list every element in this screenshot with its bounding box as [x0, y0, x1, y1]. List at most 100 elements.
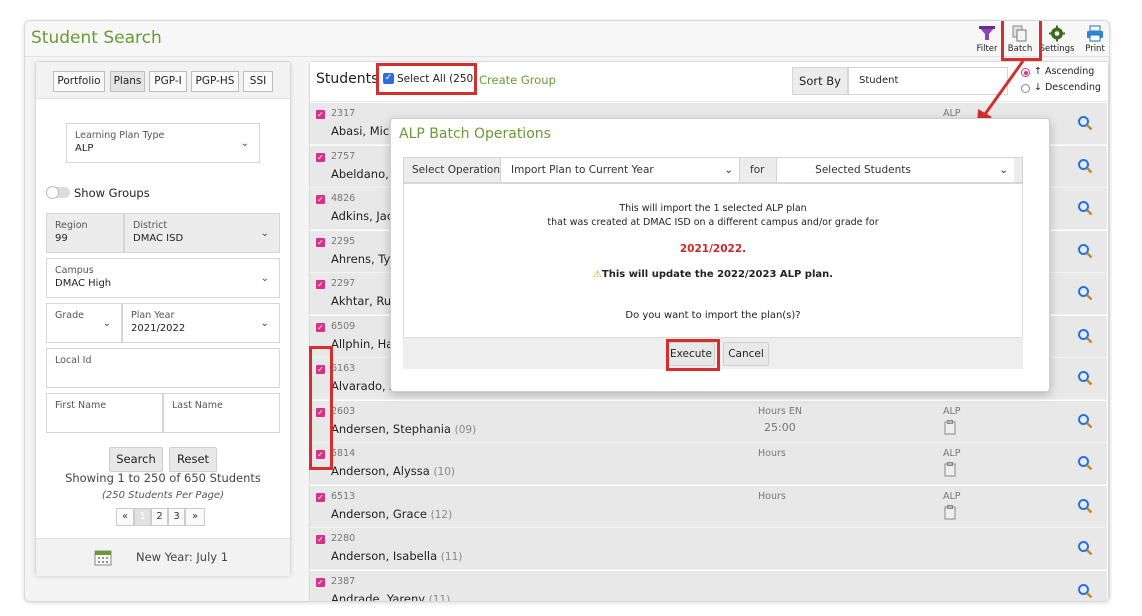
pager-page-1[interactable]: 1: [134, 508, 151, 526]
search-icon[interactable]: [1077, 328, 1093, 344]
search-panel: Portfolio Plans PGP-I PGP-HS SSI Learnin…: [35, 61, 291, 576]
pager-page-2[interactable]: 2: [151, 508, 168, 526]
grade-select[interactable]: Grade ⌄: [46, 303, 122, 343]
search-icon[interactable]: [1077, 370, 1093, 386]
clipboard-icon[interactable]: [944, 462, 956, 477]
student-row[interactable]: ✓ 5814 Anderson, Alyssa (10) Hours ALP: [310, 443, 1107, 485]
settings-button[interactable]: Settings: [1037, 23, 1077, 54]
student-name: Alvarado, A: [331, 379, 398, 393]
cancel-button[interactable]: Cancel: [723, 342, 769, 366]
student-id: 6509: [331, 320, 356, 332]
modal-title: ALP Batch Operations: [399, 126, 551, 142]
student-name: Allphin, Ha: [331, 336, 394, 351]
plan-year-select[interactable]: Plan Year 2021/2022 ⌄: [122, 303, 280, 343]
info-line-1: This will import the 1 selected ALP plan: [619, 203, 807, 214]
local-id-field[interactable]: Local Id: [46, 348, 280, 388]
region-select[interactable]: Region 99: [46, 213, 124, 253]
print-button[interactable]: Print: [1075, 23, 1109, 54]
gear-icon: [1049, 25, 1065, 42]
execute-highlight: [666, 339, 720, 371]
hours-value: 25:00: [764, 420, 796, 434]
first-name-field[interactable]: First Name: [46, 393, 163, 433]
search-icon[interactable]: [1077, 200, 1093, 216]
chevron-down-icon: ⌄: [724, 164, 733, 176]
tab-plans[interactable]: Plans: [110, 71, 145, 92]
chevron-down-icon: ⌄: [102, 318, 111, 329]
plan-label: ALP: [943, 405, 961, 417]
checkbox-highlight: [309, 346, 333, 470]
plan-label: ALP: [943, 448, 961, 459]
student-id: 6163: [331, 363, 356, 374]
search-icon[interactable]: [1077, 243, 1093, 259]
hours-header: Hours: [758, 448, 786, 459]
search-icon[interactable]: [1077, 158, 1093, 174]
import-year: 2021/2022.: [679, 243, 747, 255]
select-all-highlight: [376, 63, 477, 95]
row-checkbox[interactable]: ✓: [316, 577, 325, 587]
student-id: 4826: [331, 193, 356, 204]
search-icon[interactable]: [1077, 498, 1093, 514]
print-icon: [1087, 25, 1103, 42]
student-name: Abeldano,: [331, 166, 389, 181]
student-name: Andrade, Yareny (11): [331, 591, 451, 602]
campus-select[interactable]: Campus DMAC High ⌄: [46, 258, 280, 298]
student-id: 5814: [331, 448, 356, 459]
student-name: Akhtar, Rul: [331, 294, 395, 308]
learning-plan-type-select[interactable]: Learning Plan Type ALP ⌄: [66, 123, 260, 163]
tab-pgp-i[interactable]: PGP-I: [149, 71, 187, 92]
student-row[interactable]: ✓ 2280 Anderson, Isabella (11): [310, 528, 1107, 570]
row-checkbox[interactable]: ✓: [316, 280, 325, 289]
filter-icon: [979, 26, 995, 40]
student-row[interactable]: ✓ 2603 Andersen, Stephania (09) Hours EN 25:…: [310, 400, 1107, 443]
info-line-2: that was created at DMAC ISD on a differ…: [547, 217, 879, 228]
clipboard-icon[interactable]: [944, 419, 956, 435]
last-name-field[interactable]: Last Name: [163, 393, 280, 433]
show-groups-toggle[interactable]: [46, 186, 70, 199]
chevron-down-icon: ⌄: [260, 318, 269, 329]
student-row[interactable]: ✓ 6513 Anderson, Grace (12) Hours ALP: [310, 485, 1107, 528]
pager-page-3[interactable]: 3: [168, 508, 185, 526]
tab-portfolio[interactable]: Portfolio: [53, 71, 105, 92]
district-select[interactable]: District DMAC ISD ⌄: [124, 213, 280, 253]
update-warning: ⚠This will update the 2022/2023 ALP plan…: [592, 269, 834, 280]
show-groups-label: Show Groups: [74, 186, 150, 200]
search-button[interactable]: Search: [109, 447, 163, 472]
for-label: for: [750, 164, 765, 176]
student-id: 2603: [331, 405, 356, 417]
student-id: 2757: [331, 150, 356, 162]
search-icon[interactable]: [1077, 455, 1093, 471]
pager-last[interactable]: »: [185, 508, 205, 526]
per-page-text: (250 Students Per Page): [102, 490, 224, 501]
student-row[interactable]: ✓ 2387 Andrade, Yareny (11): [310, 570, 1107, 602]
student-id: 2387: [331, 575, 356, 587]
student-name: Anderson, Grace (12): [331, 506, 453, 521]
row-checkbox[interactable]: ✓: [316, 535, 325, 544]
row-checkbox[interactable]: ✓: [316, 237, 325, 247]
reset-button[interactable]: Reset: [169, 447, 217, 472]
student-name: Andersen, Stephania (09): [331, 421, 477, 436]
search-icon[interactable]: [1077, 540, 1093, 556]
chevron-down-icon: ⌄: [260, 228, 269, 239]
row-checkbox[interactable]: ✓: [316, 322, 325, 332]
search-icon[interactable]: [1077, 413, 1093, 429]
create-group-link[interactable]: Create Group: [479, 73, 556, 87]
target-select[interactable]: Selected Students ⌄: [776, 158, 1014, 182]
student-id: 2317: [331, 108, 356, 119]
students-title: Students: [316, 71, 379, 87]
tab-pgp-hs[interactable]: PGP-HS: [191, 71, 239, 92]
search-icon[interactable]: [1077, 115, 1093, 131]
clipboard-icon[interactable]: [944, 504, 956, 520]
operation-select[interactable]: Import Plan to Current Year ⌄: [500, 158, 740, 182]
chevron-down-icon: ⌄: [999, 164, 1008, 176]
row-checkbox[interactable]: ✓: [316, 492, 325, 502]
row-checkbox[interactable]: ✓: [316, 152, 325, 162]
tab-ssi[interactable]: SSI: [243, 71, 273, 92]
search-icon[interactable]: [1077, 583, 1093, 599]
new-year-footer: New Year: July 1: [36, 538, 290, 576]
row-checkbox[interactable]: ✓: [316, 195, 325, 204]
row-checkbox[interactable]: ✓: [316, 110, 325, 119]
select-operation-label: Select Operation:: [412, 164, 504, 176]
search-icon[interactable]: [1077, 285, 1093, 301]
pager-first[interactable]: «: [116, 508, 134, 526]
hours-header: Hours EN: [758, 405, 802, 417]
